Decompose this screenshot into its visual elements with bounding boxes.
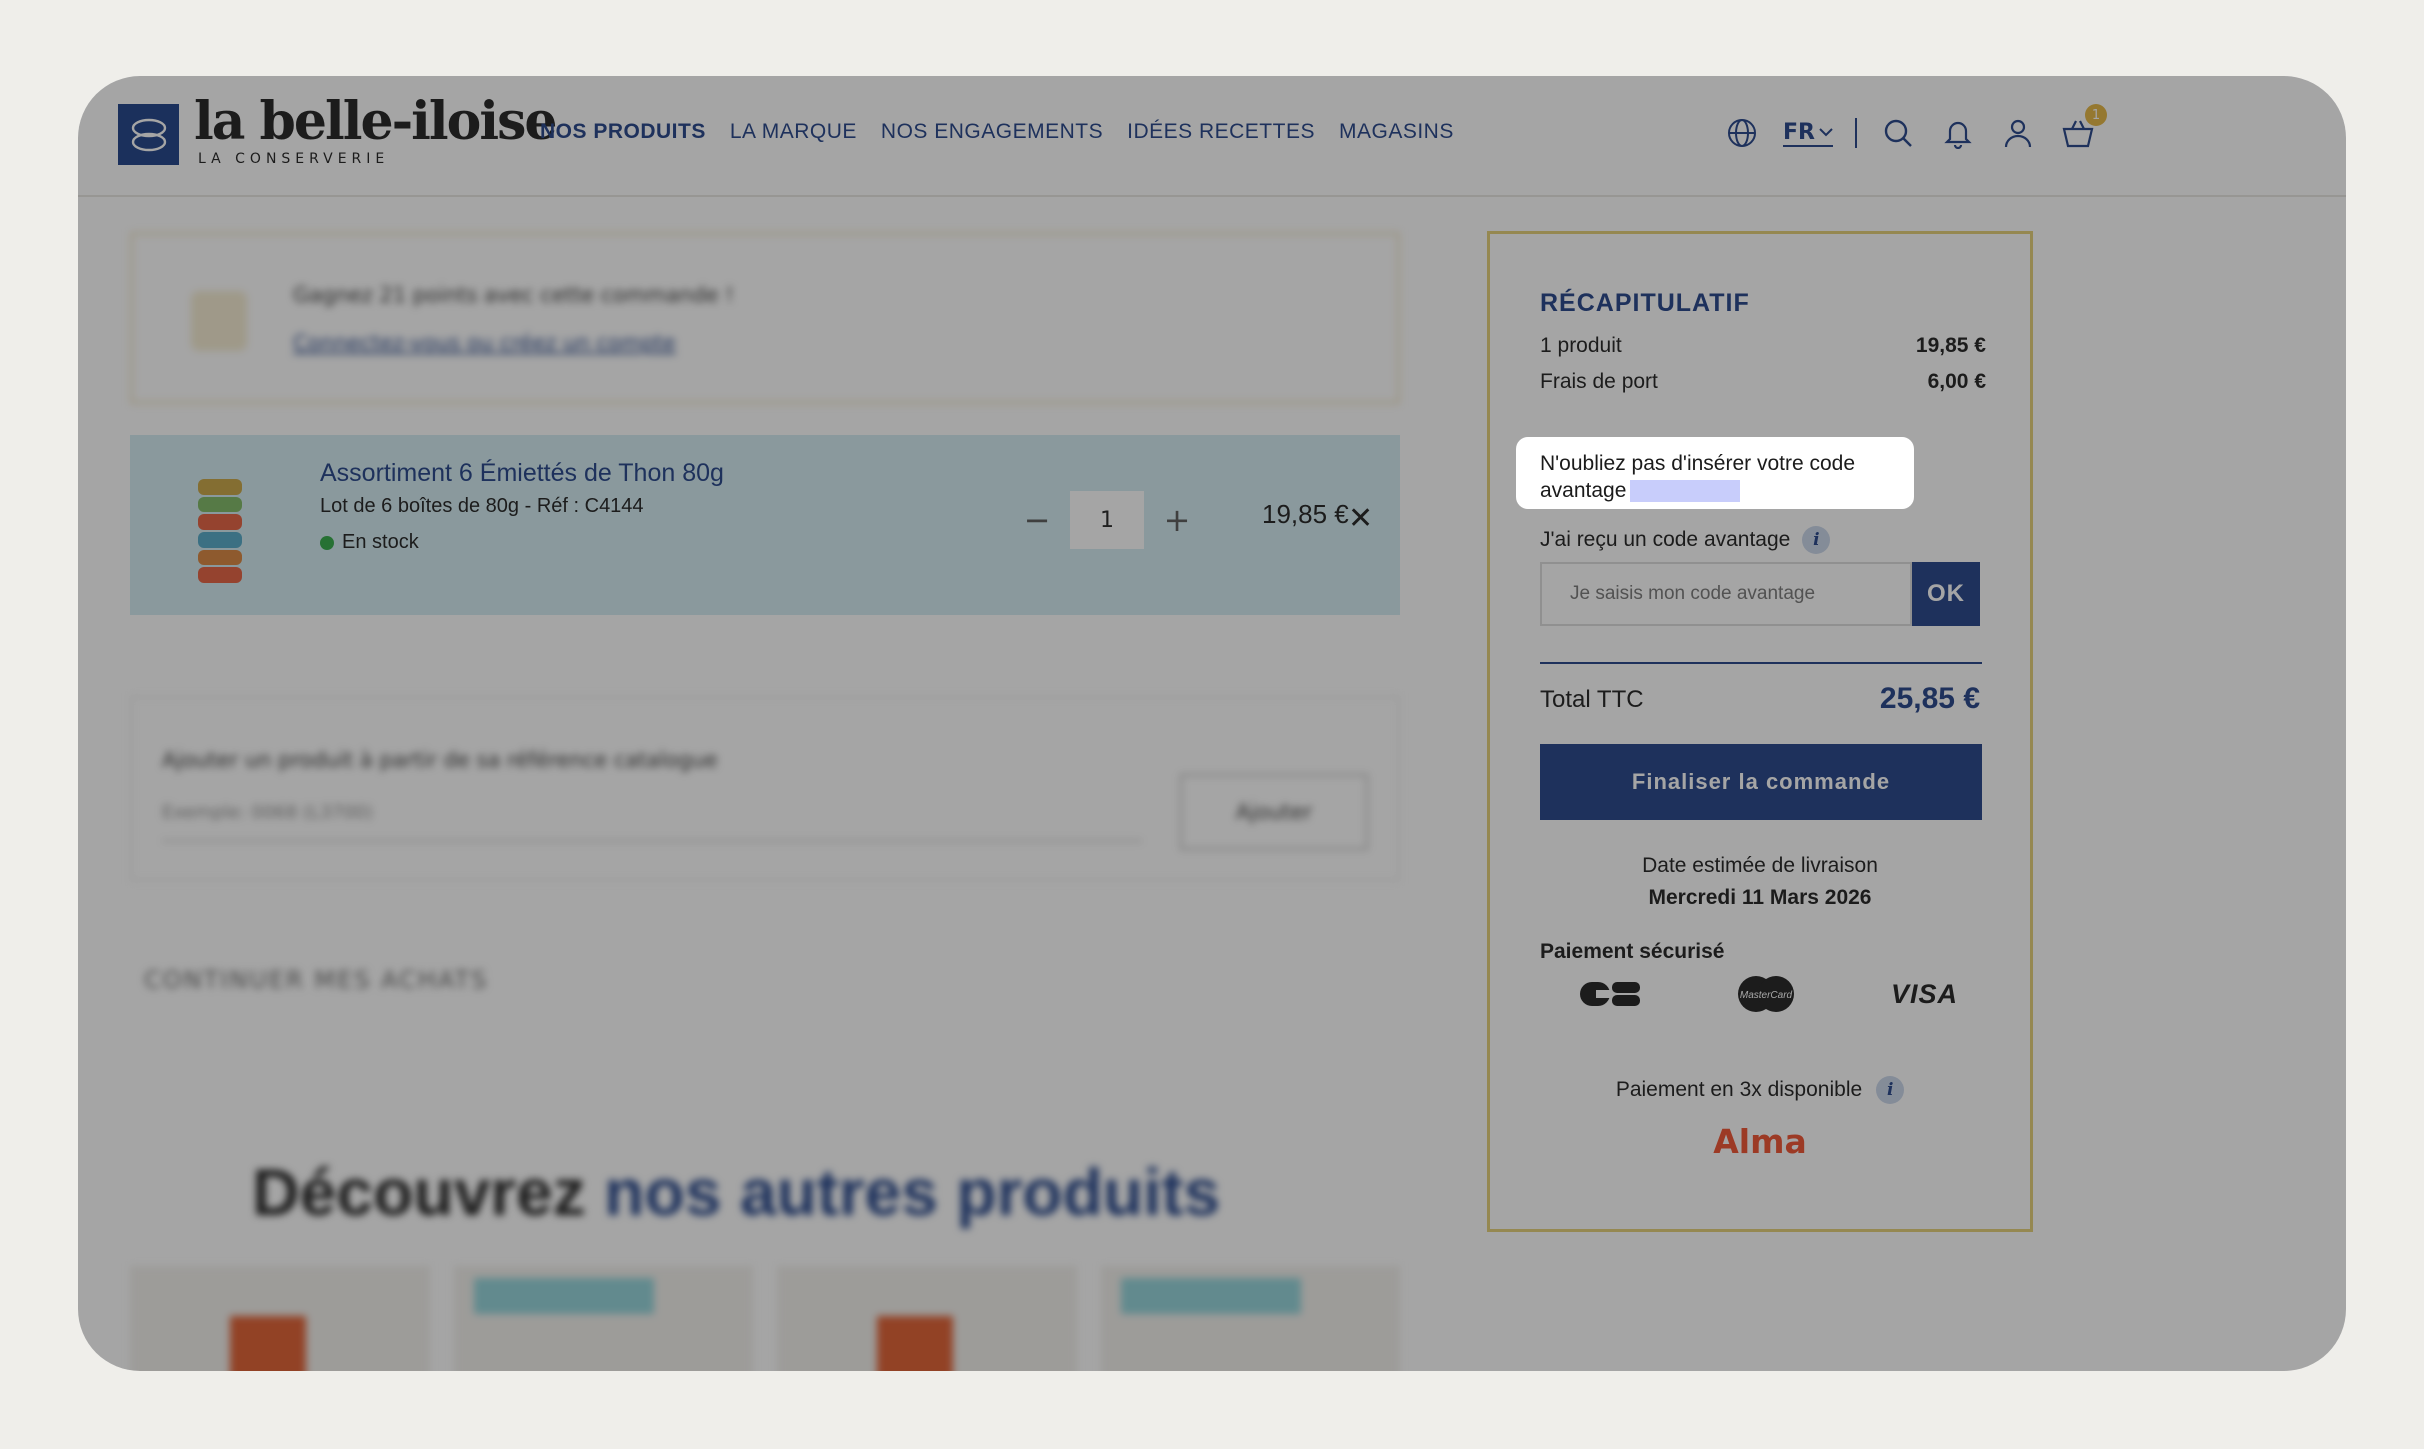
product-tag bbox=[473, 1278, 654, 1314]
order-summary: RÉCAPITULATIF 1 produit 19,85 € Frais de… bbox=[1487, 231, 2033, 1232]
total-value: 25,85 € bbox=[1879, 682, 1980, 715]
summary-row-shipping: Frais de port 6,00 € bbox=[1540, 370, 1986, 394]
nav-item-recettes[interactable]: IDÉES RECETTES bbox=[1127, 120, 1315, 144]
nav-item-engagements[interactable]: NOS ENGAGEMENTS bbox=[881, 120, 1103, 144]
site-header: la belle-iloise LA CONSERVERIE NOS PRODU… bbox=[78, 76, 2346, 197]
quantity-value[interactable]: 1 bbox=[1070, 491, 1144, 549]
language-selector[interactable]: FR bbox=[1783, 120, 1833, 147]
info-icon[interactable]: i bbox=[1802, 526, 1831, 554]
increase-quantity-button[interactable]: + bbox=[1160, 501, 1194, 539]
main-nav: NOS PRODUITS LA MARQUE NOS ENGAGEMENTS I… bbox=[540, 120, 1454, 144]
cart-count-badge: 1 bbox=[2084, 104, 2107, 126]
installments-label: Paiement en 3x disponible bbox=[1615, 1078, 1863, 1101]
product-image bbox=[877, 1316, 953, 1371]
products-label: 1 produit bbox=[1540, 334, 1622, 357]
shipping-value: 6,00 € bbox=[1927, 370, 1986, 393]
total-label: Total TTC bbox=[1540, 686, 1644, 713]
header-actions: FR 1 bbox=[1723, 104, 2107, 152]
loyalty-login-link[interactable]: Connectez-vous ou créez un compte bbox=[293, 331, 676, 355]
search-icon[interactable] bbox=[1879, 114, 1917, 152]
chevron-down-icon bbox=[1819, 128, 1833, 137]
browser-window: la belle-iloise LA CONSERVERIE NOS PRODU… bbox=[78, 76, 2346, 1371]
summary-divider bbox=[1540, 662, 1982, 664]
redacted-code bbox=[1630, 480, 1741, 503]
installments-info-icon[interactable]: i bbox=[1876, 1076, 1905, 1104]
promo-code-submit-button[interactable]: OK bbox=[1912, 562, 1980, 626]
installments-row: Paiement en 3x disponible i bbox=[1490, 1076, 2030, 1104]
delivery-label: Date estimée de livraison bbox=[1642, 854, 1878, 877]
summary-title: RÉCAPITULATIF bbox=[1540, 289, 1750, 317]
header-divider bbox=[1854, 118, 1857, 148]
add-reference-label: Ajouter un produit à partir de sa référe… bbox=[162, 748, 718, 772]
shipping-label: Frais de port bbox=[1540, 370, 1658, 393]
product-reference: Lot de 6 boîtes de 80g - Réf : C4144 bbox=[320, 495, 644, 517]
logo-mark-icon[interactable] bbox=[118, 104, 179, 165]
loyalty-points-text: Gagnez 21 points avec cette commande ! bbox=[293, 283, 734, 307]
tooltip-line1: N'oubliez pas d'insérer votre code bbox=[1540, 452, 1856, 475]
stock-status: En stock bbox=[320, 531, 419, 554]
alma-logo: Alma bbox=[1713, 1122, 1807, 1161]
tooltip-line2-row: avantage bbox=[1540, 477, 1890, 504]
bell-icon[interactable] bbox=[1939, 114, 1977, 152]
globe-icon[interactable] bbox=[1723, 114, 1761, 152]
svg-text:MasterCard: MasterCard bbox=[1740, 990, 1793, 1001]
promo-code-label-row: J'ai reçu un code avantage i bbox=[1540, 526, 1831, 554]
item-price: 19,85 € bbox=[1262, 499, 1349, 529]
continue-shopping-link[interactable]: CONTINUER MES ACHATS bbox=[144, 966, 488, 994]
mastercard-icon: MasterCard bbox=[1738, 976, 1795, 1012]
product-card[interactable] bbox=[777, 1266, 1077, 1371]
brand-logo-text[interactable]: la belle-iloise bbox=[194, 96, 557, 148]
loyalty-banner: Gagnez 21 points avec cette commande ! C… bbox=[130, 232, 1400, 404]
cart-item-row: Assortiment 6 Émiettés de Thon 80g Lot d… bbox=[130, 435, 1400, 615]
product-card[interactable] bbox=[130, 1266, 430, 1371]
promo-code-reminder-tooltip: N'oubliez pas d'insérer votre code avant… bbox=[1516, 437, 1914, 509]
product-card[interactable] bbox=[453, 1266, 753, 1371]
quantity-stepper: − 1 + bbox=[1020, 491, 1194, 549]
stock-dot-icon bbox=[320, 535, 334, 550]
add-by-reference-panel: Ajouter un produit à partir de sa référe… bbox=[130, 696, 1400, 881]
discover-heading: Découvrez nos autres produits bbox=[252, 1154, 1220, 1230]
summary-row-products: 1 produit 19,85 € bbox=[1540, 334, 1986, 358]
remove-item-button[interactable]: ✕ bbox=[1348, 501, 1373, 536]
reference-input[interactable]: Exemple: 0068 (L3700) bbox=[162, 786, 1142, 842]
visa-logo: VISA bbox=[1890, 978, 1958, 1009]
product-carousel bbox=[130, 1266, 1400, 1371]
product-thumbnail[interactable] bbox=[198, 479, 242, 584]
products-value: 19,85 € bbox=[1915, 334, 1986, 357]
payment-methods: MasterCard VISA bbox=[1578, 974, 1958, 1014]
brand-tagline: LA CONSERVERIE bbox=[198, 151, 390, 167]
promo-code-label: J'ai reçu un code avantage bbox=[1540, 528, 1791, 551]
product-card[interactable] bbox=[1100, 1266, 1400, 1371]
stock-label: En stock bbox=[342, 531, 419, 553]
decrease-quantity-button[interactable]: − bbox=[1020, 501, 1054, 539]
nav-item-marque[interactable]: LA MARQUE bbox=[730, 120, 857, 144]
tooltip-line2: avantage bbox=[1540, 479, 1627, 502]
checkout-button[interactable]: Finaliser la commande bbox=[1540, 744, 1982, 820]
user-icon[interactable] bbox=[1999, 114, 2037, 152]
product-image bbox=[230, 1316, 306, 1371]
nav-item-magasins[interactable]: MAGASINS bbox=[1339, 120, 1454, 144]
discover-heading-part1: Découvrez bbox=[252, 1155, 586, 1229]
add-reference-button[interactable]: Ajouter bbox=[1180, 774, 1368, 850]
cart-icon[interactable]: 1 bbox=[2059, 104, 2107, 152]
language-label: FR bbox=[1783, 119, 1815, 145]
cb-card-icon bbox=[1580, 982, 1640, 1006]
delivery-date: Mercredi 11 Mars 2026 bbox=[1648, 886, 1872, 909]
discover-heading-part2: nos autres produits bbox=[604, 1155, 1221, 1229]
loyalty-gift-icon bbox=[191, 291, 247, 351]
product-title[interactable]: Assortiment 6 Émiettés de Thon 80g bbox=[320, 459, 724, 488]
promo-code-input[interactable] bbox=[1540, 562, 1912, 626]
nav-item-produits[interactable]: NOS PRODUITS bbox=[540, 120, 706, 144]
product-tag bbox=[1120, 1278, 1301, 1314]
secure-payment-label: Paiement sécurisé bbox=[1540, 940, 1725, 963]
